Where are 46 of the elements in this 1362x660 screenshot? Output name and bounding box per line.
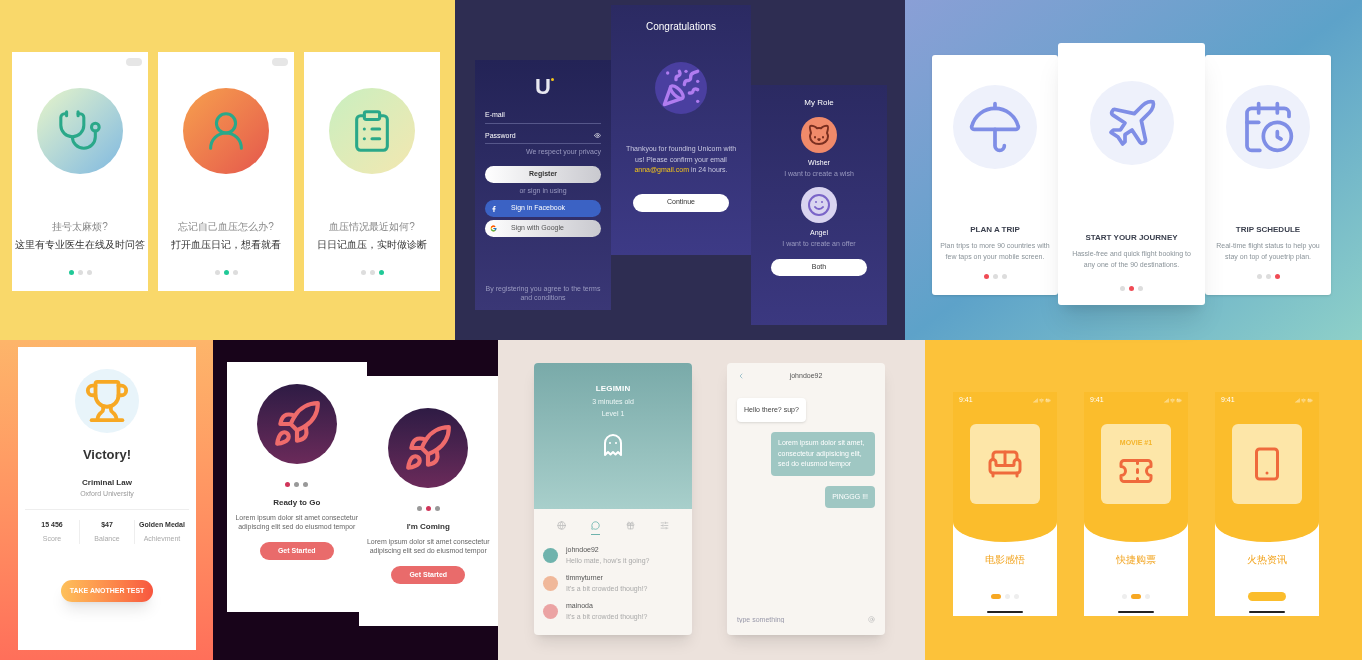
wifi-icon xyxy=(1301,397,1306,403)
wifi-icon xyxy=(1170,397,1175,403)
answer-text: 这里有专业医生在线及时问答 xyxy=(15,238,145,252)
start-button[interactable] xyxy=(1248,592,1286,601)
congrats-title: Congratulations xyxy=(645,20,716,34)
role-title: My Role xyxy=(804,97,834,109)
signal-icon xyxy=(1164,397,1169,403)
skip-button[interactable] xyxy=(126,58,142,66)
home-indicator xyxy=(1118,611,1154,613)
question-text: 挂号太麻烦? xyxy=(52,220,108,234)
ghost-icon xyxy=(601,433,625,457)
battery-icon xyxy=(1307,397,1313,403)
signal-icon xyxy=(1295,397,1300,403)
question-text: 血压情况最近如何? xyxy=(329,220,415,234)
character-drawing xyxy=(801,187,837,223)
answer-text: 打开血压日记，想看就看 xyxy=(171,238,281,252)
card-title: PLAN A TRIP xyxy=(970,224,1020,236)
umbrella-icon xyxy=(967,99,1023,155)
battery-icon xyxy=(1045,397,1051,403)
party-popper-icon xyxy=(655,62,707,114)
logo: U xyxy=(535,76,551,98)
back-icon[interactable] xyxy=(737,372,745,381)
eye-icon[interactable] xyxy=(594,132,601,140)
course-name: Criminal Law xyxy=(82,476,132,489)
facebook-icon xyxy=(491,205,497,212)
signal-icon xyxy=(1033,397,1038,403)
screen-title: I'm Coming xyxy=(406,521,450,533)
pet-name: LEGIMIN xyxy=(595,383,631,395)
question-text: 忘记自己血压怎么办? xyxy=(178,220,274,234)
screen-title: 火热资讯 xyxy=(1247,553,1287,567)
character-drawing xyxy=(801,117,837,153)
battery-icon xyxy=(1176,397,1182,403)
skip-button[interactable] xyxy=(272,58,288,66)
home-indicator xyxy=(1249,611,1285,613)
screen-title: 电影感悟 xyxy=(985,553,1025,567)
screen-title: 快捷购票 xyxy=(1116,553,1156,567)
home-indicator xyxy=(987,611,1023,613)
screen-title: Ready to Go xyxy=(273,497,321,509)
google-icon xyxy=(490,225,497,232)
victory-title: Victory! xyxy=(82,446,132,464)
chat-icon[interactable] xyxy=(591,521,601,535)
answer-text: 日日记血压，实时做诊断 xyxy=(317,238,427,252)
card-title: START YOUR JOURNEY xyxy=(1085,232,1178,244)
wifi-icon xyxy=(1039,397,1044,403)
at-sign-icon[interactable] xyxy=(868,616,875,624)
card-title: TRIP SCHEDULE xyxy=(1235,224,1301,236)
